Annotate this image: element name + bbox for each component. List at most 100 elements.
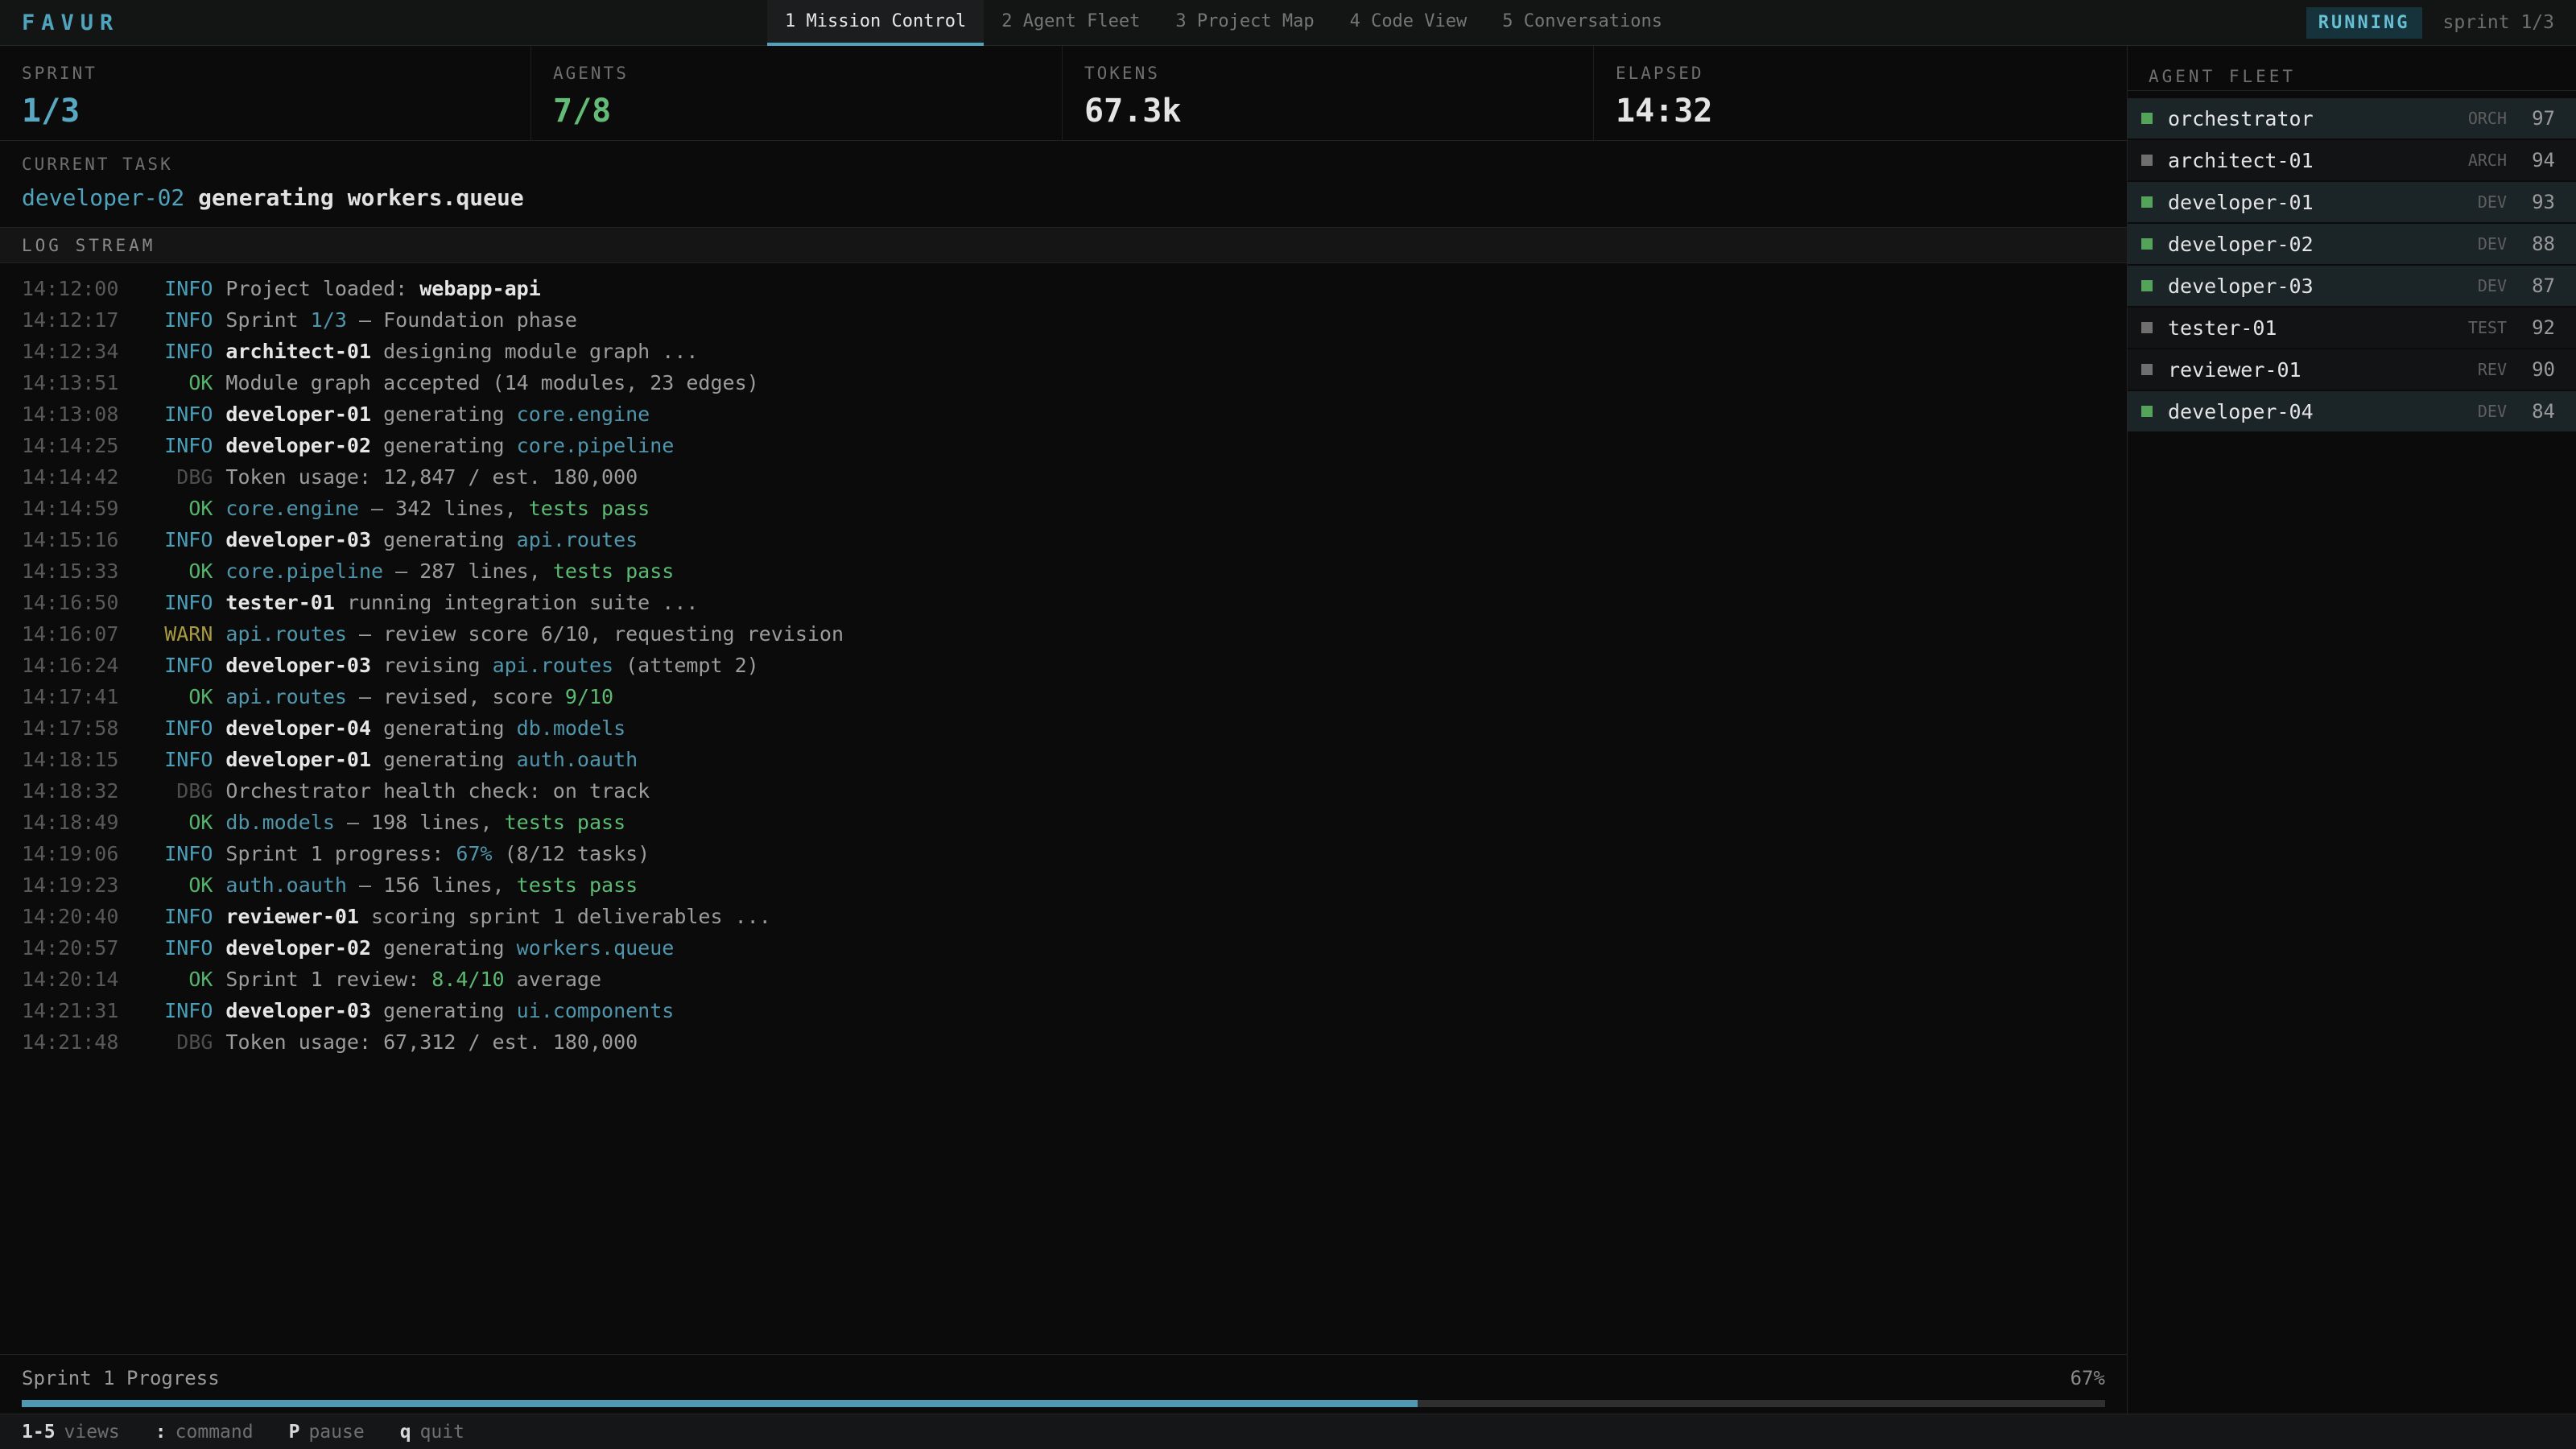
log-level: DBG <box>118 461 213 493</box>
log-level: DBG <box>118 1026 213 1058</box>
log-segment: Module graph accepted (14 modules, 23 ed… <box>225 371 758 394</box>
body-row: SPRINT1/3AGENTS7/8TOKENS67.3kELAPSED14:3… <box>0 46 2576 1414</box>
agent-row-developer-02[interactable]: developer-02DEV88 <box>2128 224 2576 264</box>
log-segment: tests pass <box>505 811 626 834</box>
log-line: 14:17:58INFOdeveloper-04 generating db.m… <box>22 712 2105 744</box>
log-level: INFO <box>118 398 213 430</box>
log-level: INFO <box>118 712 213 744</box>
tab-conversations[interactable]: 5 Conversations <box>1484 0 1680 46</box>
log-timestamp: 14:18:15 <box>22 748 118 771</box>
stat-value: 67.3k <box>1084 93 1593 130</box>
log-level: INFO <box>118 524 213 555</box>
tab-mission-control[interactable]: 1 Mission Control <box>767 0 984 46</box>
log-message: architect-01 designing module graph ... <box>225 340 698 363</box>
log-timestamp: 14:17:41 <box>22 685 118 708</box>
agent-role: TEST <box>2468 318 2507 337</box>
log-segment: core.engine <box>225 497 359 520</box>
log-segment: core.engine <box>517 402 650 426</box>
log-line: 14:20:14OKSprint 1 review: 8.4/10 averag… <box>22 964 2105 995</box>
log-level: WARN <box>118 618 213 650</box>
log-line: 14:15:33OKcore.pipeline — 287 lines, tes… <box>22 555 2105 587</box>
log-line: 14:20:40INFOreviewer-01 scoring sprint 1… <box>22 901 2105 932</box>
agent-row-reviewer-01[interactable]: reviewer-01REV90 <box>2128 349 2576 390</box>
footer-hint-label: views <box>64 1422 120 1443</box>
log-segment: developer-02 <box>225 434 371 457</box>
log-segment: developer-01 <box>225 402 371 426</box>
log-segment: tests pass <box>529 497 650 520</box>
agent-name: tester-01 <box>2168 316 2468 340</box>
agent-role: DEV <box>2478 234 2507 254</box>
log-message: Project loaded: webapp-api <box>225 277 540 300</box>
log-segment: tests pass <box>553 559 675 583</box>
agent-row-tester-01[interactable]: tester-01TEST92 <box>2128 308 2576 348</box>
agent-role: REV <box>2478 360 2507 379</box>
log-segment: revising <box>371 654 493 677</box>
agent-row-orchestrator[interactable]: orchestratorORCH97 <box>2128 98 2576 138</box>
agent-row-developer-04[interactable]: developer-04DEV84 <box>2128 391 2576 431</box>
log-timestamp: 14:20:57 <box>22 936 118 960</box>
log-segment: developer-03 <box>225 654 371 677</box>
log-timestamp: 14:18:49 <box>22 811 118 834</box>
log-timestamp: 14:17:58 <box>22 716 118 740</box>
log-segment: (attempt 2) <box>613 654 759 677</box>
agent-status-icon <box>2141 364 2153 375</box>
log-timestamp: 14:16:50 <box>22 591 118 614</box>
log-level: INFO <box>118 304 213 336</box>
footer-hint-label: command <box>175 1422 254 1443</box>
tab-agent-fleet[interactable]: 2 Agent Fleet <box>984 0 1158 46</box>
topbar-status-area: RUNNING sprint 1/3 <box>2306 7 2554 39</box>
agent-name: developer-03 <box>2168 275 2478 298</box>
log-segment: db.models <box>225 811 334 834</box>
log-message: Token usage: 12,847 / est. 180,000 <box>225 465 638 489</box>
log-segment: generating <box>371 402 517 426</box>
log-line: 14:12:00INFOProject loaded: webapp-api <box>22 273 2105 304</box>
log-segment: auth.oauth <box>517 748 638 771</box>
agent-status-icon <box>2141 196 2153 208</box>
tab-project-map[interactable]: 3 Project Map <box>1158 0 1331 46</box>
agent-row-architect-01[interactable]: architect-01ARCH94 <box>2128 140 2576 180</box>
log-message: db.models — 198 lines, tests pass <box>225 811 625 834</box>
log-segment: average <box>505 968 601 991</box>
footer-hint-label: pause <box>308 1422 364 1443</box>
current-task-description: generating workers.queue <box>184 184 523 211</box>
log-line: 14:17:41OKapi.routes — revised, score 9/… <box>22 681 2105 712</box>
sprint-indicator: sprint 1/3 <box>2443 12 2554 33</box>
log-segment: Sprint 1 review: <box>225 968 431 991</box>
log-message: developer-03 generating ui.components <box>225 999 674 1022</box>
log-timestamp: 14:12:17 <box>22 308 118 332</box>
log-line: 14:13:51OKModule graph accepted (14 modu… <box>22 367 2105 398</box>
log-line: 14:20:57INFOdeveloper-02 generating work… <box>22 932 2105 964</box>
agent-row-developer-03[interactable]: developer-03DEV87 <box>2128 266 2576 306</box>
log-segment: tester-01 <box>225 591 334 614</box>
agent-name: reviewer-01 <box>2168 358 2478 382</box>
log-segment: — Foundation phase <box>347 308 577 332</box>
log-segment: — 342 lines, <box>359 497 529 520</box>
agent-status-icon <box>2141 406 2153 417</box>
log-message: developer-03 revising api.routes (attemp… <box>225 654 758 677</box>
log-level: OK <box>118 493 213 524</box>
log-segment: — 287 lines, <box>383 559 553 583</box>
stat-sprint: SPRINT1/3 <box>0 46 531 140</box>
log-segment: running integration suite ... <box>335 591 699 614</box>
log-stream[interactable]: 14:12:00INFOProject loaded: webapp-api 14… <box>0 263 2127 1354</box>
agent-status-icon <box>2141 280 2153 291</box>
log-segment: ui.components <box>517 999 675 1022</box>
log-timestamp: 14:16:07 <box>22 622 118 646</box>
log-segment: Sprint <box>225 308 310 332</box>
tab-code-view[interactable]: 4 Code View <box>1332 0 1485 46</box>
log-line: 14:12:34INFOarchitect-01 designing modul… <box>22 336 2105 367</box>
agent-name: developer-01 <box>2168 191 2478 214</box>
agent-row-developer-01[interactable]: developer-01DEV93 <box>2128 182 2576 222</box>
current-task-section: CURRENT TASK developer-02 generating wor… <box>0 141 2127 228</box>
log-segment: webapp-api <box>419 277 541 300</box>
log-segment: developer-03 <box>225 999 371 1022</box>
log-segment: api.routes <box>493 654 614 677</box>
log-level: INFO <box>118 901 213 932</box>
log-level: OK <box>118 681 213 712</box>
stat-value: 14:32 <box>1616 93 2127 130</box>
log-segment: reviewer-01 <box>225 905 359 928</box>
log-level: INFO <box>118 838 213 869</box>
log-line: 14:14:25INFOdeveloper-02 generating core… <box>22 430 2105 461</box>
log-segment: api.routes <box>225 685 347 708</box>
log-segment: Project loaded: <box>225 277 419 300</box>
